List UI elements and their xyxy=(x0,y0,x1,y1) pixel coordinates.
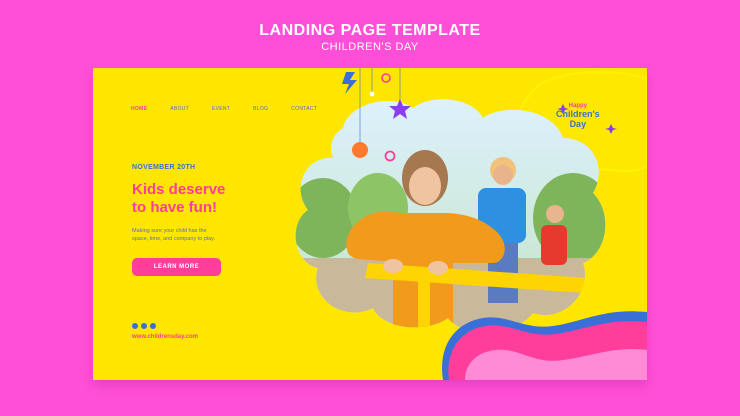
hero-description: Making sure your child has the space, ti… xyxy=(132,227,252,243)
ring-icon xyxy=(384,150,396,162)
website-link[interactable]: www.childrensday.com xyxy=(132,334,198,340)
social-links xyxy=(132,323,156,329)
lightning-icon xyxy=(342,72,357,94)
badge-line-2: Children's xyxy=(556,109,600,119)
star-icon xyxy=(389,99,411,119)
badge-line-3: Day xyxy=(569,119,587,129)
twitter-icon[interactable] xyxy=(150,323,156,329)
nav-item-about[interactable]: ABOUT xyxy=(170,106,189,112)
headline-line-2: to have fun! xyxy=(132,199,217,216)
top-nav: HOME ABOUT EVENT BLOG CONTACT xyxy=(131,106,340,112)
nav-item-home[interactable]: HOME xyxy=(131,106,147,112)
facebook-icon[interactable] xyxy=(141,323,147,329)
nav-item-blog[interactable]: BLOG xyxy=(253,106,268,112)
ring-icon xyxy=(381,73,391,83)
nav-item-event[interactable]: EVENT xyxy=(212,106,230,112)
landing-card: HOME ABOUT EVENT BLOG CONTACT NOVEMBER 2… xyxy=(93,68,647,380)
description-line-1: Making sure your child has the xyxy=(132,228,207,234)
event-date: NOVEMBER 20TH xyxy=(132,164,196,171)
orange-ball-icon xyxy=(352,142,368,158)
instagram-icon[interactable] xyxy=(132,323,138,329)
nav-item-contact[interactable]: CONTACT xyxy=(291,106,317,112)
headline-line-1: Kids deserve xyxy=(132,181,226,198)
childrens-day-badge: Happy Children's Day xyxy=(556,103,600,129)
learn-more-button[interactable]: LEARN MORE xyxy=(132,258,221,276)
page-title: LANDING PAGE TEMPLATE xyxy=(259,22,481,39)
dot-decoration xyxy=(369,91,375,97)
description-line-2: space, time, and company to play. xyxy=(132,236,216,242)
page-subtitle: CHILDREN'S DAY xyxy=(321,41,419,53)
hero-headline: Kids deserve to have fun! xyxy=(132,181,302,217)
